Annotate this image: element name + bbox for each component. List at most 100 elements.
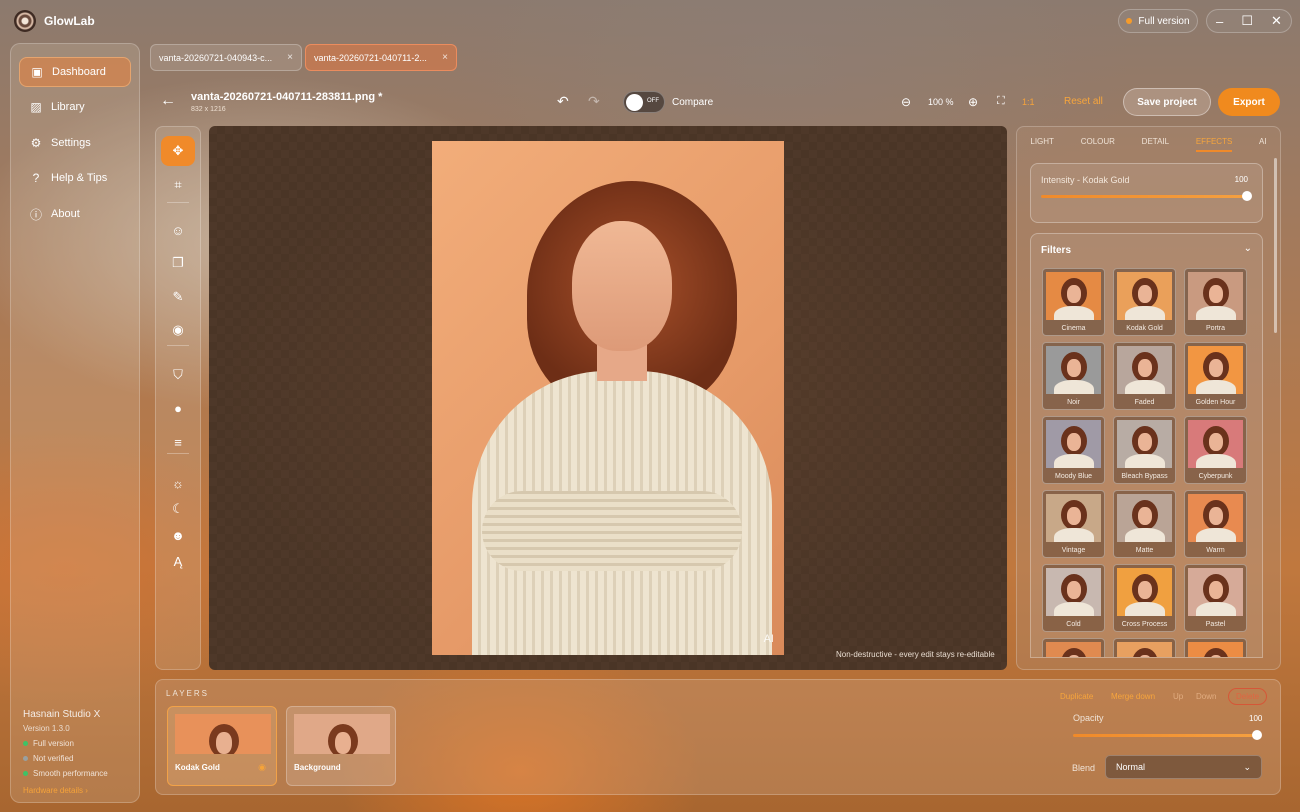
status-dot-icon bbox=[23, 756, 28, 761]
undo-icon[interactable]: ↶ bbox=[557, 93, 569, 110]
tab-light[interactable]: LIGHT bbox=[1030, 137, 1054, 146]
thumb-face bbox=[1138, 285, 1152, 303]
thumb-face bbox=[1067, 359, 1081, 377]
close-icon[interactable]: ✕ bbox=[1271, 13, 1282, 29]
thumb-sweater bbox=[1196, 528, 1236, 542]
thumb-face bbox=[1138, 581, 1152, 599]
filter-name: Moody Blue bbox=[1055, 473, 1092, 480]
filter-card[interactable] bbox=[1042, 638, 1105, 657]
opacity-slider-thumb[interactable] bbox=[1252, 730, 1262, 740]
save-project-button[interactable]: Save project bbox=[1123, 88, 1211, 116]
clone-tool-icon[interactable]: ❐ bbox=[161, 248, 195, 278]
zoom-out-icon[interactable]: ⊖ bbox=[901, 95, 911, 109]
text-tool-icon[interactable]: Ą bbox=[161, 546, 195, 576]
layer-down-button[interactable]: Down bbox=[1196, 692, 1216, 701]
thumb-sweater bbox=[1125, 602, 1165, 616]
thumb-face bbox=[216, 732, 232, 754]
filter-card[interactable]: Cinema bbox=[1042, 268, 1105, 336]
filter-card[interactable]: Pastel bbox=[1184, 564, 1247, 632]
circle-tool-icon[interactable]: ● bbox=[161, 393, 195, 423]
thumb-sweater bbox=[1196, 602, 1236, 616]
sidebar-item-settings[interactable]: ⚙ Settings bbox=[19, 128, 131, 158]
actual-size-button[interactable]: 1:1 bbox=[1022, 97, 1035, 107]
filter-name: Kodak Gold bbox=[1126, 325, 1163, 332]
sidebar-item-about[interactable]: ⓘ About bbox=[19, 199, 131, 229]
zoom-in-icon[interactable]: ⊕ bbox=[968, 95, 978, 109]
status-not-verified: Not verified bbox=[23, 754, 108, 763]
status-dot-icon bbox=[23, 771, 28, 776]
sidebar-item-dashboard[interactable]: ▣ Dashboard bbox=[19, 57, 131, 87]
delete-layer-button[interactable]: Delete bbox=[1228, 688, 1268, 705]
sidebar-item-library[interactable]: ▨ Library bbox=[19, 92, 131, 122]
maximize-icon[interactable]: ☐ bbox=[1241, 13, 1253, 29]
status-label: Not verified bbox=[33, 754, 74, 763]
filter-card[interactable]: Bleach Bypass bbox=[1113, 416, 1176, 484]
filter-name: Pastel bbox=[1205, 621, 1226, 628]
heal-tool-icon[interactable]: ✎ bbox=[161, 282, 195, 312]
filter-card[interactable]: Noir bbox=[1042, 342, 1105, 410]
panel-scrollbar[interactable] bbox=[1274, 158, 1277, 333]
filter-card[interactable]: Golden Hour bbox=[1184, 342, 1247, 410]
redo-icon[interactable]: ↷ bbox=[588, 93, 600, 110]
filter-card[interactable] bbox=[1113, 638, 1176, 657]
filter-name: Portra bbox=[1205, 325, 1226, 332]
layer-card[interactable]: Background bbox=[286, 706, 396, 786]
status-performance: Smooth performance bbox=[23, 769, 108, 778]
sidebar-item-help-tips[interactable]: ? Help & Tips bbox=[19, 163, 131, 193]
intensity-slider[interactable] bbox=[1041, 195, 1247, 198]
layer-card-active[interactable]: Kodak Gold ◉ bbox=[167, 706, 277, 786]
filter-card[interactable]: Vintage bbox=[1042, 490, 1105, 558]
intensity-slider-thumb[interactable] bbox=[1242, 191, 1252, 201]
filter-thumbnail bbox=[1188, 272, 1243, 320]
tab-effects[interactable]: EFFECTS bbox=[1195, 137, 1233, 152]
adjust-tool-icon[interactable]: ≡ bbox=[161, 427, 195, 457]
filter-thumbnail bbox=[1046, 420, 1101, 468]
filter-card[interactable]: Cold bbox=[1042, 564, 1105, 632]
filter-card[interactable]: Faded bbox=[1113, 342, 1176, 410]
chevron-down-icon[interactable]: ⌄ bbox=[1244, 243, 1252, 254]
blend-mode-select[interactable]: Normal ⌄ bbox=[1105, 755, 1262, 779]
back-arrow-icon[interactable]: ← bbox=[160, 92, 176, 110]
filter-card[interactable]: Moody Blue bbox=[1042, 416, 1105, 484]
reset-all-button[interactable]: Reset all bbox=[1064, 96, 1103, 107]
sidebar-item-label: Help & Tips bbox=[51, 172, 108, 184]
filter-thumbnail bbox=[1046, 272, 1101, 320]
filter-card[interactable]: Matte bbox=[1113, 490, 1176, 558]
eye-icon[interactable]: ◉ bbox=[258, 762, 266, 773]
merge-down-button[interactable]: Merge down bbox=[1111, 692, 1155, 701]
full-version-badge[interactable]: Full version bbox=[1118, 9, 1198, 33]
status-dot-icon bbox=[1126, 18, 1133, 24]
filter-card[interactable] bbox=[1184, 638, 1247, 657]
filter-thumbnail bbox=[1117, 272, 1172, 320]
palette-tool-icon[interactable]: ☺ bbox=[161, 215, 195, 245]
thumb-sweater bbox=[1125, 528, 1165, 542]
filter-card[interactable]: Portra bbox=[1184, 268, 1247, 336]
tool-palette: ✥ ⌗ ☺ ❐ ✎ ◉ ⛉ ● ≡ ☼ ☾ ☻ Ą bbox=[155, 126, 201, 670]
tab-detail[interactable]: DETAIL bbox=[1142, 137, 1169, 146]
filter-card[interactable]: Warm bbox=[1184, 490, 1247, 558]
eye-tool-icon[interactable]: ◉ bbox=[161, 315, 195, 345]
compare-toggle[interactable]: OFF bbox=[623, 91, 665, 113]
hardware-details-link[interactable]: Hardware details › bbox=[23, 786, 108, 795]
document-tab[interactable]: vanta-20260721-040943-c... × bbox=[150, 44, 302, 71]
tab-close-icon[interactable]: × bbox=[442, 52, 448, 63]
layer-up-button[interactable]: Up bbox=[1173, 692, 1183, 701]
filter-card[interactable]: Cross Process bbox=[1113, 564, 1176, 632]
minimize-icon[interactable]: – bbox=[1216, 14, 1223, 29]
export-button[interactable]: Export bbox=[1218, 88, 1280, 116]
document-tab-active[interactable]: vanta-20260721-040711-2... × bbox=[305, 44, 457, 71]
filter-card[interactable]: Cyberpunk bbox=[1184, 416, 1247, 484]
tab-ai[interactable]: AI bbox=[1259, 137, 1267, 146]
filter-thumbnail bbox=[1117, 420, 1172, 468]
tab-colour[interactable]: COLOUR bbox=[1081, 137, 1115, 146]
tab-close-icon[interactable]: × bbox=[287, 52, 293, 63]
opacity-slider[interactable] bbox=[1073, 734, 1257, 737]
duplicate-button[interactable]: Duplicate bbox=[1060, 692, 1093, 701]
filter-thumbnail bbox=[1188, 346, 1243, 394]
filter-card[interactable]: Kodak Gold bbox=[1113, 268, 1176, 336]
move-tool-icon[interactable]: ✥ bbox=[161, 136, 195, 166]
fit-screen-icon[interactable]: ⛶ bbox=[997, 95, 1005, 108]
crop-tool-icon[interactable]: ⌗ bbox=[161, 170, 195, 200]
image-canvas[interactable]: AI Non-destructive - every edit stays re… bbox=[209, 126, 1007, 670]
bucket-tool-icon[interactable]: ⛉ bbox=[161, 360, 195, 390]
